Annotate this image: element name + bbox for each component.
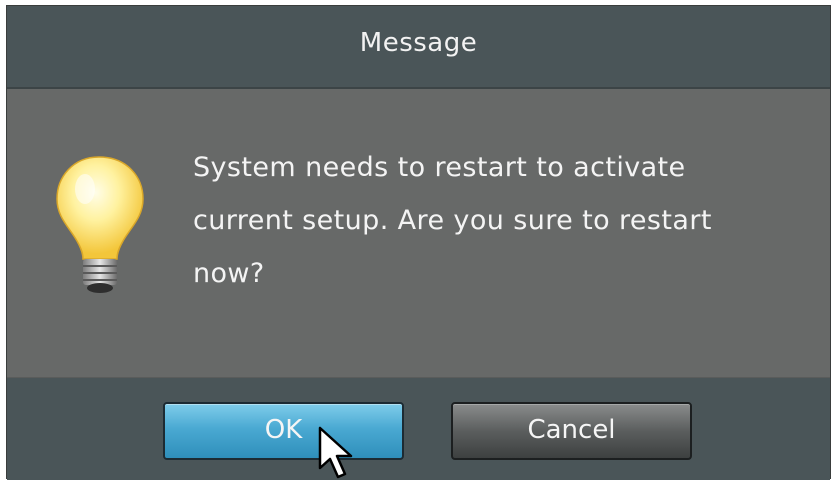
message-line-1: System needs to restart to activate	[193, 152, 686, 183]
dialog-body: System needs to restart to activate curr…	[7, 89, 830, 378]
dialog-titlebar: Message	[7, 6, 830, 89]
message-line-3: now?	[193, 258, 265, 289]
dialog-title: Message	[359, 28, 478, 58]
message-dialog: Message System needs to restart to activ…	[6, 5, 831, 480]
mouse-pointer-icon	[317, 426, 357, 482]
ok-button[interactable]: OK	[163, 402, 404, 460]
dialog-footer: OK Cancel	[7, 378, 830, 480]
message-line-2: current setup. Are you sure to restart	[193, 205, 712, 236]
cancel-button[interactable]: Cancel	[451, 402, 692, 460]
dialog-message: System needs to restart to activate curr…	[193, 141, 793, 300]
lightbulb-icon	[47, 149, 157, 299]
